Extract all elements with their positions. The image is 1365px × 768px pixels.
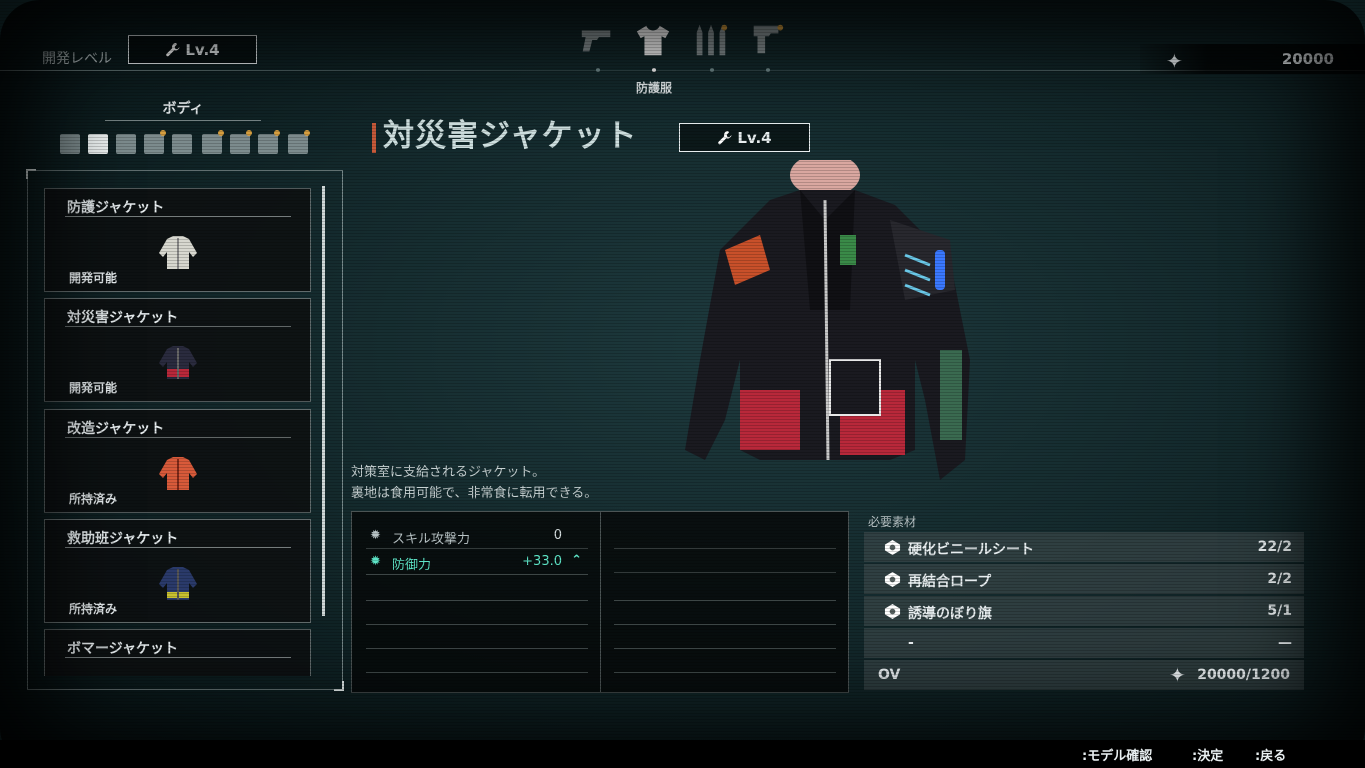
jacket-thumbnail-icon: [159, 236, 197, 269]
item-level-badge: Lv.4: [679, 123, 810, 152]
list-scrollbar[interactable]: [322, 186, 325, 616]
section-label: ボディ: [162, 101, 204, 117]
list-item-selected[interactable]: 対災害ジャケット 開発可能: [44, 298, 311, 402]
item-description: 対策室に支給されるジャケット。 裏地は食用可能で、非常食に転用できる。: [351, 462, 597, 504]
item-status: 所持済み: [69, 492, 118, 506]
jacket-model-preview[interactable]: [650, 160, 990, 510]
item-title: 対災害ジャケット: [383, 118, 638, 154]
game-screen: 開発レベル Lv.4 防護服 ✦ 20000 ボディ 防護ジャケット 開発可能 …: [0, 0, 1365, 768]
stat-row-skill-attack: ✹ スキル攻撃力 0: [366, 524, 588, 549]
dev-level-value: Lv.4: [185, 40, 220, 59]
item-name: ボマージャケット: [67, 641, 179, 657]
ammo-icon: [696, 24, 728, 56]
material-icon: [884, 571, 901, 588]
material-name: 再結合ロープ: [908, 574, 992, 590]
footer-bar: [0, 740, 1365, 768]
mask-icon[interactable]: [256, 130, 280, 156]
sparkle-icon: ✦: [1166, 49, 1183, 73]
tab-ammo[interactable]: [689, 18, 733, 62]
list-item[interactable]: ボマージャケット: [44, 629, 311, 676]
gear-burst-icon: ✹: [370, 528, 381, 543]
gear-burst-icon: ✹: [370, 554, 381, 569]
tab-dot: [766, 68, 770, 72]
stat-label: 防御力: [392, 558, 432, 573]
material-row-empty: - —: [864, 628, 1304, 658]
material-icon: [884, 603, 901, 620]
vest-icon[interactable]: [58, 130, 82, 156]
material-count: —: [1278, 635, 1292, 651]
description-line: 対策室に支給されるジャケット。: [351, 465, 546, 480]
body-subcategory-icons: [58, 130, 318, 160]
material-row: 硬化ビニールシート 22/2: [864, 532, 1304, 562]
jacket-icon[interactable]: [86, 130, 110, 156]
category-indicator: [560, 66, 800, 74]
hint-confirm[interactable]: :決定: [1192, 745, 1223, 764]
item-name: 改造ジャケット: [67, 421, 165, 437]
goggles-icon[interactable]: [228, 130, 252, 156]
item-level-value: Lv.4: [737, 128, 772, 147]
item-name: 救助班ジャケット: [67, 531, 179, 547]
backpack-icon[interactable]: [286, 130, 310, 156]
shirt-icon: [636, 25, 670, 56]
sparkle-icon: ✦: [1169, 663, 1186, 687]
material-name: -: [908, 635, 914, 651]
helmet-icon[interactable]: [200, 130, 224, 156]
title-marker: [372, 123, 376, 153]
wrench-icon: [166, 42, 180, 56]
stats-panel: ✹ スキル攻撃力 0 ✹ 防御力 +33.0 ⌃: [351, 511, 849, 693]
hint-back[interactable]: :戻る: [1255, 745, 1286, 764]
increase-arrow-icon: ⌃: [571, 553, 582, 568]
description-line: 裏地は食用可能で、非常食に転用できる。: [351, 486, 598, 501]
item-status: 開発可能: [69, 381, 118, 395]
tab-dot: [596, 68, 600, 72]
material-count: 22/2: [1257, 539, 1292, 555]
item-list: 防護ジャケット 開発可能 対災害ジャケット 開発可能 改造ジャケット 所持済み …: [43, 186, 315, 676]
armor-icon[interactable]: [142, 130, 166, 156]
material-count: 5/1: [1267, 603, 1292, 619]
jacket-thumbnail-icon: [159, 346, 197, 379]
list-item[interactable]: 救助班ジャケット 所持済み: [44, 519, 311, 623]
stat-row-defense: ✹ 防御力 +33.0 ⌃: [366, 550, 588, 575]
stat-label: スキル攻撃力: [392, 532, 471, 547]
material-name: 硬化ビニールシート: [908, 542, 1034, 558]
dev-level-badge: Lv.4: [128, 35, 257, 64]
tab-weapons[interactable]: [575, 18, 619, 62]
list-item[interactable]: 改造ジャケット 所持済み: [44, 409, 311, 513]
list-item[interactable]: 防護ジャケット 開発可能: [44, 188, 311, 292]
tab-dot: [710, 68, 714, 72]
item-name: 対災害ジャケット: [67, 310, 179, 326]
stat-value: +33.0: [522, 554, 562, 569]
item-name: 防護ジャケット: [67, 200, 165, 216]
item-status: 開発可能: [69, 271, 118, 285]
coat-icon[interactable]: [114, 130, 138, 156]
ov-cost-row: OV ✦ 20000/1200: [864, 660, 1304, 690]
tool-icon: [753, 24, 784, 54]
material-count: 2/2: [1267, 571, 1292, 587]
material-row: 再結合ロープ 2/2: [864, 564, 1304, 594]
dev-level-label: 開発レベル: [42, 51, 112, 67]
tab-tools[interactable]: [745, 18, 789, 62]
pistol-icon: [581, 30, 611, 52]
materials-header: 必要素材: [868, 515, 917, 529]
category-tabs: [575, 18, 795, 68]
wrench-icon: [718, 130, 732, 144]
currency-display: ✦ 20000: [1140, 44, 1365, 74]
material-row: 誘導のぼり旗 5/1: [864, 596, 1304, 626]
active-category-label: 防護服: [635, 81, 672, 95]
jacket-thumbnail-icon: [159, 457, 197, 490]
hint-model-view[interactable]: :モデル確認: [1082, 745, 1152, 764]
currency-value: 20000: [1281, 50, 1334, 68]
jacket-thumbnail-icon: [159, 567, 197, 600]
ov-label: OV: [878, 667, 901, 683]
gloves-icon[interactable]: [170, 130, 194, 156]
item-status: 所持済み: [69, 602, 118, 616]
section-underline: [105, 120, 261, 121]
material-icon: [884, 539, 901, 556]
tab-protective-gear[interactable]: [631, 18, 675, 62]
ov-value: 20000/1200: [1197, 667, 1290, 683]
material-name: 誘導のぼり旗: [908, 606, 992, 622]
stat-value: 0: [553, 528, 562, 543]
tab-dot-active: [652, 68, 656, 72]
